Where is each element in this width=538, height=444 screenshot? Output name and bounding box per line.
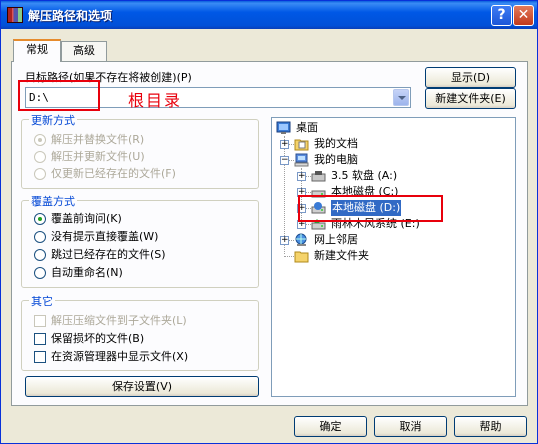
overwrite-mode-group: 覆盖方式 覆盖前询问(K) 没有提示直接覆盖(W) 跳过已经存在的文件(S) 自… [21, 193, 259, 288]
collapse-icon[interactable]: − [280, 156, 289, 165]
radio-icon [34, 267, 46, 279]
cancel-button[interactable]: 取消 [374, 416, 447, 437]
title-bar[interactable]: 解压路径和选项 ? ✕ [1, 1, 537, 29]
radio-icon [34, 249, 46, 261]
checkbox-icon [34, 351, 46, 363]
annotation-label: 根目录 [128, 91, 183, 110]
show-button[interactable]: 显示(D) [425, 67, 516, 88]
folder-tree[interactable]: 桌面 + 我的文档 − 我的电脑 + 3.5 软盘 (A:) + 本地磁盘 (C… [271, 117, 516, 397]
dropdown-arrow-icon[interactable] [393, 89, 409, 106]
overwrite-mode-legend: 覆盖方式 [29, 193, 77, 209]
winrar-icon [7, 7, 23, 23]
expand-icon[interactable]: + [280, 236, 289, 245]
ok-button[interactable]: 确定 [294, 416, 367, 437]
tab-general[interactable]: 常规 [13, 39, 61, 62]
network-icon [295, 233, 307, 246]
radio-icon [34, 134, 46, 146]
expand-icon[interactable]: + [280, 140, 289, 149]
radio-icon [34, 213, 46, 225]
misc-legend: 其它 [29, 293, 55, 309]
expand-icon[interactable]: + [297, 172, 306, 181]
folder-icon [294, 251, 309, 263]
radio-icon [34, 151, 46, 163]
floppy-icon [311, 171, 326, 182]
radio-icon [34, 168, 46, 180]
help-button[interactable]: 帮助 [454, 416, 527, 437]
dialog-window: 解压路径和选项 ? ✕ 常规 高级 目标路径(如果不存在将被创建)(P) 显示(… [0, 0, 538, 444]
computer-icon [294, 153, 309, 167]
documents-icon [294, 139, 309, 151]
new-folder-button[interactable]: 新建文件夹(E) [425, 88, 516, 109]
tab-advanced[interactable]: 高级 [61, 41, 107, 61]
annotation-box-drive [298, 195, 443, 222]
update-mode-group: 更新方式 解压并替换文件(R) 解压并更新文件(U) 仅更新已经存在的文件(F) [21, 112, 259, 189]
checkbox-icon [34, 315, 46, 327]
update-mode-legend: 更新方式 [29, 112, 77, 128]
checkbox-icon [34, 333, 46, 345]
misc-group: 其它 解压压缩文件到子文件夹(L) 保留损坏的文件(B) 在资源管理器中显示文件… [21, 293, 259, 371]
annotation-box [18, 80, 100, 111]
help-title-button[interactable]: ? [491, 5, 512, 26]
close-button[interactable]: ✕ [513, 5, 534, 26]
radio-icon [34, 231, 46, 243]
save-settings-button[interactable]: 保存设置(V) [25, 376, 259, 397]
window-title: 解压路径和选项 [28, 9, 113, 23]
desktop-icon [276, 121, 291, 134]
